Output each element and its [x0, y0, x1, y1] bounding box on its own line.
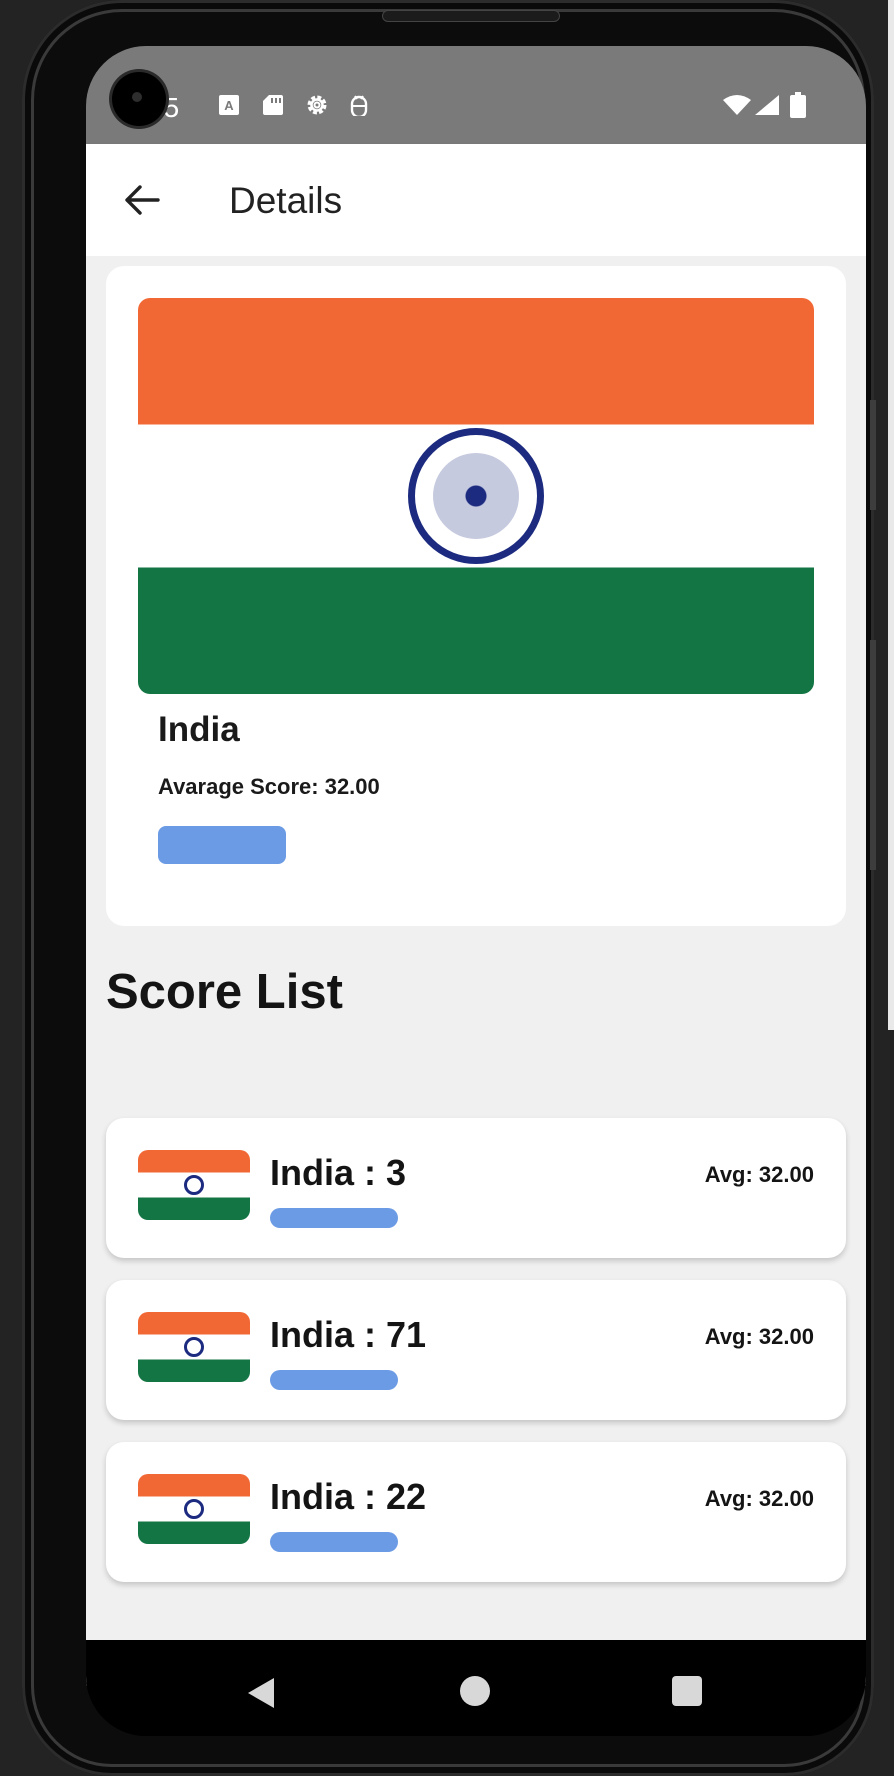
country-name: India: [158, 710, 240, 749]
nav-back-icon[interactable]: [246, 1676, 276, 1710]
settings-gear-icon: [307, 95, 327, 115]
score-progress-bar: [158, 826, 286, 864]
window-edge: [888, 0, 894, 1030]
india-flag-thumbnail: [138, 1150, 250, 1220]
svg-text:A: A: [224, 98, 234, 113]
signal-icon: [755, 95, 779, 115]
score-list-item[interactable]: India : 71 Avg: 32.00: [106, 1280, 846, 1420]
arrow-back-icon[interactable]: [116, 174, 168, 226]
front-camera: [112, 72, 166, 126]
score-item-avg: Avg: 32.00: [704, 1324, 814, 1349]
device-screen: 15 A: [86, 46, 866, 1736]
score-item-title: India : 71: [270, 1314, 427, 1355]
score-item-bar: [270, 1370, 398, 1390]
score-item-bar: [270, 1532, 398, 1552]
score-item-avg: Avg: 32.00: [704, 1162, 814, 1187]
ashoka-chakra-icon: [184, 1499, 204, 1519]
average-score: Avarage Score: 32.00: [158, 774, 380, 799]
score-item-title: India : 3: [270, 1152, 407, 1193]
india-flag-thumbnail: [138, 1312, 250, 1382]
ashoka-chakra-icon: [184, 1337, 204, 1357]
app-bar: Details: [86, 144, 866, 256]
score-item-title: India : 22: [270, 1476, 427, 1517]
score-item-avg: Avg: 32.00: [704, 1486, 814, 1511]
android-debug-icon: [350, 95, 368, 116]
content-area[interactable]: India Avarage Score: 32.00 Score List In…: [86, 256, 866, 1686]
ashoka-chakra-icon: [184, 1175, 204, 1195]
score-list-title: Score List: [106, 965, 343, 1019]
india-flag-image: [138, 298, 814, 694]
score-list-item[interactable]: India : 3 Avg: 32.00: [106, 1118, 846, 1258]
battery-icon: [790, 92, 806, 118]
volume-button: [870, 640, 876, 870]
score-list-item[interactable]: India : 22 Avg: 32.00: [106, 1442, 846, 1582]
wifi-icon: [723, 95, 751, 115]
sd-card-icon: [263, 95, 283, 115]
country-detail-card: India Avarage Score: 32.00: [106, 266, 846, 926]
score-item-bar: [270, 1208, 398, 1228]
system-nav-bar: [86, 1640, 866, 1736]
india-flag-thumbnail: [138, 1474, 250, 1544]
status-bar: 15 A: [86, 46, 866, 144]
power-button: [870, 400, 876, 510]
nav-home-icon[interactable]: [460, 1676, 490, 1706]
phone-frame: 15 A: [22, 0, 876, 1776]
page-title: Details: [229, 180, 343, 221]
a-icon: A: [219, 95, 239, 115]
ashoka-chakra-icon: [408, 428, 544, 564]
earpiece-speaker: [382, 10, 560, 22]
nav-recents-icon[interactable]: [672, 1676, 702, 1706]
